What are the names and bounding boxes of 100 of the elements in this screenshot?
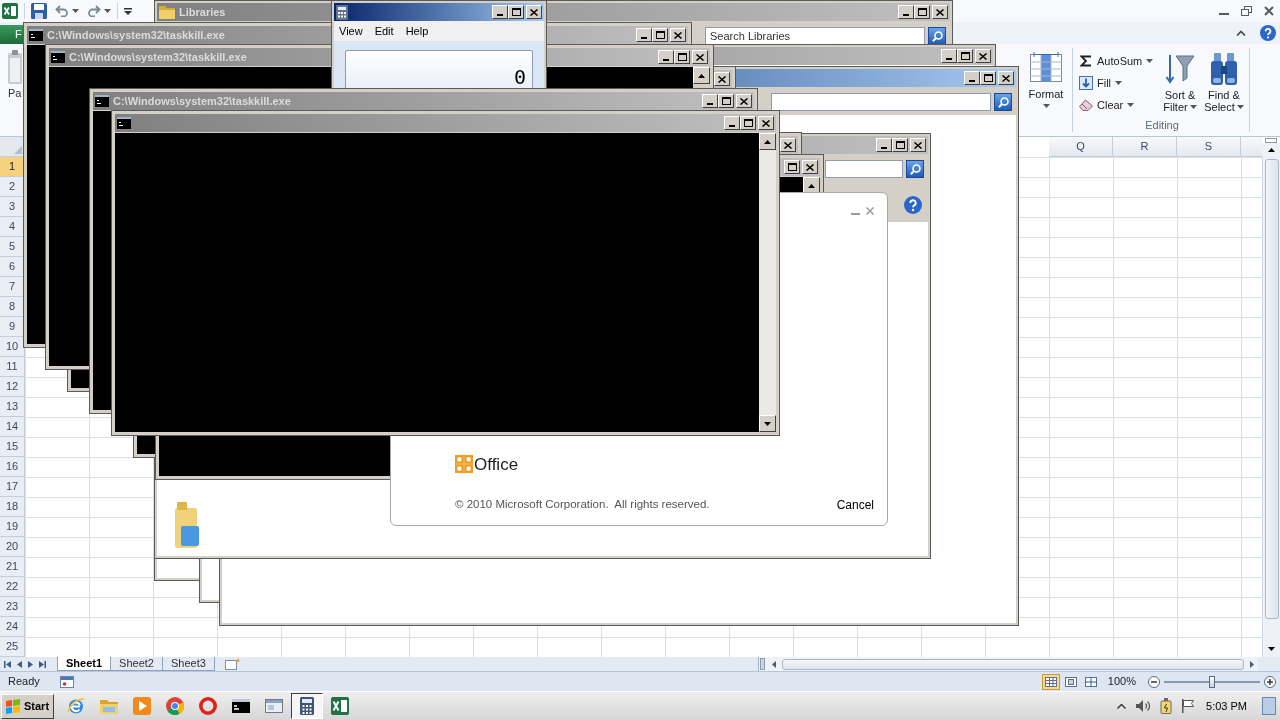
help-icon[interactable] bbox=[904, 196, 922, 214]
row-header[interactable]: 23 bbox=[0, 597, 25, 617]
maximize-button[interactable] bbox=[980, 71, 996, 85]
help-icon[interactable] bbox=[1260, 25, 1276, 41]
row-header[interactable]: 1 bbox=[0, 157, 25, 177]
caret-icon[interactable] bbox=[104, 9, 111, 13]
maximize-button[interactable] bbox=[740, 116, 756, 130]
macro-record-icon[interactable] bbox=[59, 675, 74, 688]
zoom-in-icon[interactable] bbox=[1264, 675, 1276, 688]
row-header[interactable]: 9 bbox=[0, 317, 25, 337]
find-select-button[interactable]: Find & Select bbox=[1203, 52, 1245, 118]
start-button[interactable]: Start bbox=[1, 693, 55, 719]
maximize-button[interactable] bbox=[508, 5, 524, 19]
minimize-button[interactable] bbox=[941, 49, 957, 63]
search-button[interactable] bbox=[906, 160, 924, 178]
row-header[interactable]: 24 bbox=[0, 617, 25, 637]
row-header[interactable]: 8 bbox=[0, 297, 25, 317]
previous-sheet-icon[interactable] bbox=[17, 660, 22, 668]
last-sheet-icon[interactable] bbox=[39, 660, 46, 668]
row-header[interactable]: 3 bbox=[0, 197, 25, 217]
library-folder-icon[interactable] bbox=[175, 502, 199, 548]
row-header[interactable]: 12 bbox=[0, 377, 25, 397]
save-icon[interactable] bbox=[31, 3, 47, 19]
scroll-down-button[interactable] bbox=[759, 415, 776, 432]
menu-item[interactable]: View bbox=[339, 25, 363, 37]
row-header[interactable]: 15 bbox=[0, 437, 25, 457]
cancel-button[interactable]: Cancel bbox=[836, 496, 874, 514]
slider-thumb[interactable] bbox=[1209, 675, 1215, 688]
maximize-button[interactable] bbox=[784, 160, 800, 174]
sort-filter-button[interactable]: Sort & Filter bbox=[1161, 52, 1199, 118]
sheet-tab[interactable]: Sheet1 bbox=[57, 657, 112, 671]
row-header[interactable]: 2 bbox=[0, 177, 25, 197]
row-header[interactable]: 4 bbox=[0, 217, 25, 237]
row-header[interactable]: 6 bbox=[0, 257, 25, 277]
minimize-button[interactable] bbox=[702, 94, 718, 108]
minimize-button[interactable] bbox=[876, 138, 892, 152]
ribbon-collapse-icon[interactable] bbox=[1236, 30, 1246, 36]
minimize-button[interactable] bbox=[658, 50, 674, 64]
menu-item[interactable]: Edit bbox=[374, 25, 394, 37]
fill-button[interactable]: Fill bbox=[1079, 74, 1157, 92]
search-button[interactable] bbox=[994, 93, 1012, 111]
split-handle[interactable] bbox=[1265, 138, 1277, 143]
file-tab[interactable]: F bbox=[0, 25, 24, 44]
sheet-tab[interactable]: Sheet3 bbox=[161, 657, 215, 671]
battery-icon[interactable] bbox=[1160, 698, 1173, 714]
menu-item[interactable]: Help bbox=[405, 25, 429, 37]
row-header[interactable]: 21 bbox=[0, 557, 25, 577]
row-header[interactable]: 14 bbox=[0, 417, 25, 437]
select-all-button[interactable] bbox=[0, 137, 25, 157]
zoom-out-icon[interactable] bbox=[1148, 675, 1160, 688]
minimize-button[interactable] bbox=[964, 71, 980, 85]
chevron-up-icon[interactable] bbox=[1117, 703, 1127, 709]
search-button[interactable] bbox=[928, 27, 946, 45]
clock[interactable]: 5:03 PM bbox=[1206, 697, 1247, 715]
format-button[interactable]: Format bbox=[1026, 44, 1066, 136]
flag-icon[interactable] bbox=[1181, 699, 1196, 713]
taskbar-button[interactable] bbox=[291, 693, 324, 719]
restore-icon[interactable] bbox=[1241, 6, 1252, 16]
maximize-button[interactable] bbox=[914, 5, 930, 19]
minimize-button[interactable] bbox=[636, 28, 652, 42]
scroll-up-button[interactable] bbox=[1262, 143, 1280, 157]
split-handle[interactable] bbox=[760, 658, 765, 670]
row-header[interactable]: 7 bbox=[0, 277, 25, 297]
maximize-button[interactable] bbox=[957, 49, 973, 63]
column-header[interactable]: S bbox=[1177, 137, 1241, 157]
row-header[interactable]: 16 bbox=[0, 457, 25, 477]
clear-button[interactable]: Clear bbox=[1079, 96, 1157, 114]
zoom-level[interactable]: 100% bbox=[1107, 673, 1136, 690]
sheet-tab[interactable]: Sheet2 bbox=[110, 657, 163, 671]
caret-icon[interactable] bbox=[72, 9, 79, 13]
zoom-slider[interactable] bbox=[1164, 675, 1260, 688]
row-header[interactable]: 19 bbox=[0, 517, 25, 537]
maximize-button[interactable] bbox=[652, 28, 668, 42]
maximize-button[interactable] bbox=[674, 50, 690, 64]
row-header[interactable]: 22 bbox=[0, 577, 25, 597]
search-field[interactable] bbox=[825, 160, 903, 178]
minimize-button[interactable] bbox=[492, 5, 508, 19]
row-header[interactable]: 18 bbox=[0, 497, 25, 517]
paste-button[interactable]: Pa bbox=[0, 44, 22, 136]
row-header[interactable]: 25 bbox=[0, 637, 25, 657]
first-sheet-icon[interactable] bbox=[4, 660, 11, 668]
minimize-button[interactable] bbox=[724, 116, 740, 130]
maximize-button[interactable] bbox=[892, 138, 908, 152]
column-header[interactable]: Q bbox=[1049, 137, 1113, 157]
scroll-thumb[interactable] bbox=[782, 658, 1244, 670]
autosum-button[interactable]: AutoSum bbox=[1079, 52, 1157, 70]
minimize-button[interactable] bbox=[898, 5, 914, 19]
row-header[interactable]: 10 bbox=[0, 337, 25, 357]
search-field[interactable] bbox=[771, 93, 991, 111]
normal-view-button[interactable] bbox=[1041, 673, 1060, 690]
search-field[interactable]: Search Libraries bbox=[705, 27, 925, 45]
scroll-thumb[interactable] bbox=[1264, 159, 1279, 619]
row-header[interactable]: 20 bbox=[0, 537, 25, 557]
insert-sheet-icon[interactable] bbox=[224, 658, 241, 670]
row-header[interactable]: 13 bbox=[0, 397, 25, 417]
undo-icon[interactable] bbox=[55, 5, 69, 17]
scroll-up-button[interactable] bbox=[693, 67, 710, 84]
next-sheet-icon[interactable] bbox=[28, 660, 33, 668]
column-header[interactable]: R bbox=[1113, 137, 1177, 157]
row-header[interactable]: 17 bbox=[0, 477, 25, 497]
